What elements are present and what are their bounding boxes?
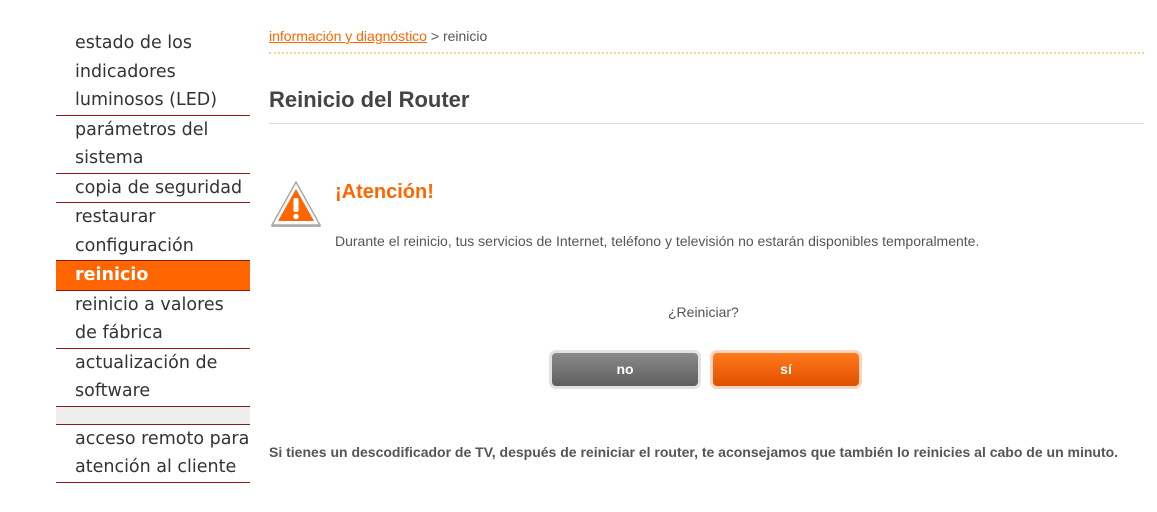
warning-triangle-icon xyxy=(269,180,323,231)
breadcrumb: información y diagnóstico > reinicio xyxy=(269,28,487,44)
page-title: Reinicio del Router xyxy=(269,87,470,112)
sidebar-item-reboot[interactable]: reinicio xyxy=(56,261,250,291)
sidebar-item-restore-config[interactable]: restaurar configuración xyxy=(56,203,250,261)
no-button[interactable]: no xyxy=(552,353,698,386)
sidebar-separator xyxy=(56,406,250,425)
breadcrumb-link-diagnostics[interactable]: información y diagnóstico xyxy=(269,28,427,44)
breadcrumb-current: reinicio xyxy=(442,28,488,44)
sidebar-item-backup[interactable]: copia de seguridad xyxy=(56,174,250,203)
breadcrumb-separator: > xyxy=(430,28,440,44)
sidebar-item-remote-support[interactable]: acceso remoto para atención al cliente xyxy=(56,425,250,483)
sidebar-item-software-update[interactable]: actualización de software xyxy=(56,349,250,407)
sidebar-nav: estado de los indicadores luminosos (LED… xyxy=(56,29,250,483)
warning-message: Durante el reinicio, tus servicios de In… xyxy=(335,233,980,249)
breadcrumb-divider xyxy=(269,52,1144,54)
sidebar-item-system-parameters[interactable]: parámetros del sistema xyxy=(56,116,250,174)
reboot-question: ¿Reiniciar? xyxy=(668,304,739,320)
sidebar-item-led-status[interactable]: estado de los indicadores luminosos (LED… xyxy=(56,29,250,116)
title-divider xyxy=(269,123,1144,124)
sidebar-item-factory-reset[interactable]: reinicio a valores de fábrica xyxy=(56,291,250,349)
warning-title: ¡Atención! xyxy=(335,181,434,203)
yes-button[interactable]: sí xyxy=(713,353,859,386)
tv-decoder-note: Si tienes un descodificador de TV, despu… xyxy=(269,444,1119,460)
